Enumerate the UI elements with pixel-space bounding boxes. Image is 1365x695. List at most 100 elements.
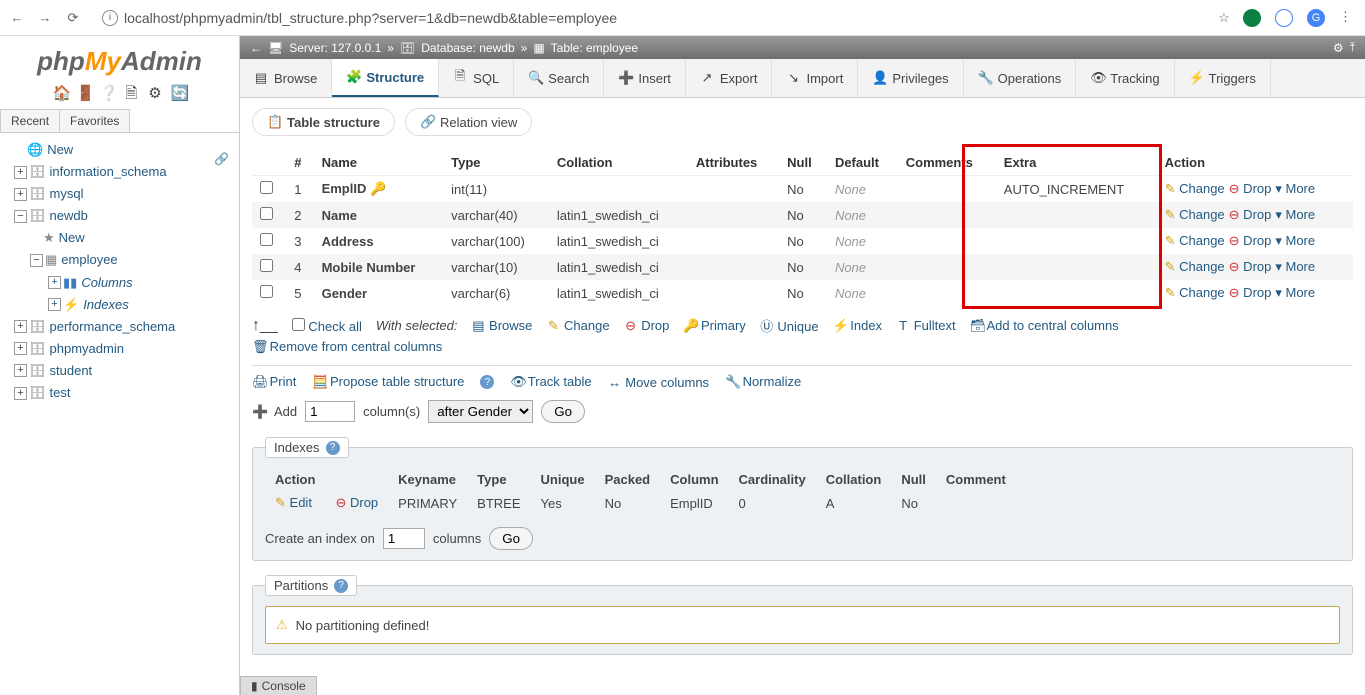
sel-fulltext[interactable]: T Fulltext [896,318,956,333]
tree-new-db[interactable]: New [47,139,73,161]
tree-db[interactable]: phpmyadmin [50,338,124,360]
row-drop[interactable]: ⊖ Drop [1229,259,1272,275]
sel-change[interactable]: ✎ Change [546,318,609,334]
check-all[interactable]: Check all [292,318,362,334]
tool-move[interactable]: ↔ Move columns [608,375,709,390]
row-change[interactable]: ✎ Change [1165,233,1225,249]
kebab-menu-icon[interactable]: ⋮ [1339,9,1357,27]
row-change[interactable]: ✎ Change [1165,181,1225,197]
index-drop[interactable]: ⊖ Drop [335,495,378,510]
tab-import[interactable]: ↘Import [772,59,858,97]
sel-index[interactable]: ⚡ Index [833,318,882,334]
page-settings-icon[interactable]: ⚙ [1333,41,1344,55]
create-index-count[interactable] [383,528,425,549]
reload-button[interactable]: ⟳ [64,9,82,27]
expand-icon[interactable]: + [14,364,27,377]
site-info-icon[interactable]: i [102,10,118,26]
help-icon[interactable]: ? [334,579,348,593]
expand-icon[interactable]: + [14,320,27,333]
index-edit[interactable]: ✎ Edit [275,495,312,510]
tree-db[interactable]: mysql [50,183,84,205]
row-drop[interactable]: ⊖ Drop [1229,233,1272,249]
sel-unique[interactable]: Ⓤ Unique [760,316,819,335]
add-position-select[interactable]: after Gender [428,400,533,423]
tool-track[interactable]: 👁 Track table [510,374,591,390]
settings-icon[interactable]: ⚙ [147,84,163,100]
collapse-top-icon[interactable]: ⤒ [1350,40,1355,55]
tree-db[interactable]: performance_schema [50,316,176,338]
sel-browse[interactable]: ▤ Browse [471,318,532,334]
row-more[interactable]: ▾ More [1275,285,1315,301]
back-button[interactable]: ← [8,9,26,27]
help-icon[interactable]: ? [480,375,494,389]
ext-icon-2[interactable] [1275,9,1293,27]
crumb-table[interactable]: Table: employee [551,41,638,55]
row-more[interactable]: ▾ More [1275,233,1315,249]
tab-insert[interactable]: ➕Insert [604,59,686,97]
tree-indexes[interactable]: Indexes [83,294,129,316]
tree-db[interactable]: test [50,382,71,404]
row-drop[interactable]: ⊖ Drop [1229,181,1272,197]
phpmyadmin-logo[interactable]: phpMyAdmin [0,36,239,79]
row-more[interactable]: ▾ More [1275,259,1315,275]
check-all-checkbox[interactable] [292,318,305,331]
row-drop[interactable]: ⊖ Drop [1229,285,1272,301]
row-checkbox[interactable] [260,285,273,298]
tab-recent[interactable]: Recent [0,109,60,132]
subtab-relation-view[interactable]: 🔗Relation view [405,108,532,136]
row-checkbox[interactable] [260,233,273,246]
tool-print[interactable]: 🖨 Print [252,374,296,390]
tree-db[interactable]: information_schema [50,161,167,183]
tab-triggers[interactable]: ⚡Triggers [1175,59,1271,97]
tree-db-newdb[interactable]: newdb [50,205,88,227]
crumb-db[interactable]: Database: newdb [421,41,514,55]
address-bar[interactable]: i localhost/phpmyadmin/tbl_structure.php… [92,6,1205,30]
star-icon[interactable]: ☆ [1215,9,1233,27]
expand-icon[interactable]: + [14,188,27,201]
profile-avatar[interactable]: G [1307,9,1325,27]
crumb-server[interactable]: Server: 127.0.0.1 [289,41,381,55]
expand-icon[interactable]: + [48,276,61,289]
ext-icon-1[interactable] [1243,9,1261,27]
row-checkbox[interactable] [260,259,273,272]
sql-icon[interactable]: 🗎 [123,83,139,99]
add-column-count[interactable] [305,401,355,422]
add-go-button[interactable]: Go [541,400,585,423]
tool-propose[interactable]: 🧮 Propose table structure [312,374,464,390]
row-change[interactable]: ✎ Change [1165,259,1225,275]
row-change[interactable]: ✎ Change [1165,207,1225,223]
tab-export[interactable]: ↗Export [686,59,773,97]
subtab-table-structure[interactable]: 📋Table structure [252,108,395,136]
logout-icon[interactable]: 🚪 [76,84,92,100]
row-more[interactable]: ▾ More [1275,181,1315,197]
link-icon[interactable]: 🔗 [214,152,229,166]
tab-browse[interactable]: ▤Browse [240,59,332,97]
tree-table-employee[interactable]: employee [61,249,117,271]
tab-sql[interactable]: 🗎SQL [439,59,514,97]
expand-icon[interactable]: + [14,342,27,355]
sel-add-central[interactable]: 🗃 Add to central columns [970,318,1119,334]
reload-nav-icon[interactable]: 🔄 [171,84,187,100]
row-change[interactable]: ✎ Change [1165,285,1225,301]
collapse-icon[interactable]: − [30,254,43,267]
row-more[interactable]: ▾ More [1275,207,1315,223]
tree-columns[interactable]: Columns [81,272,132,294]
row-checkbox[interactable] [260,181,273,194]
sel-primary[interactable]: 🔑 Primary [683,318,745,334]
expand-icon[interactable]: + [14,166,27,179]
tab-tracking[interactable]: 👁Tracking [1076,59,1174,97]
help-icon[interactable]: ? [326,441,340,455]
tab-structure[interactable]: 🧩Structure [332,59,439,97]
tab-search[interactable]: 🔍Search [514,59,604,97]
tab-privileges[interactable]: 👤Privileges [858,59,963,97]
console-toggle[interactable]: ▮Console [240,676,317,695]
row-drop[interactable]: ⊖ Drop [1229,207,1272,223]
collapse-icon[interactable]: − [14,210,27,223]
expand-icon[interactable]: + [48,298,61,311]
home-icon[interactable]: 🏠 [52,84,68,100]
sel-remove-central[interactable]: 🗑 Remove from central columns [252,339,442,354]
sel-drop[interactable]: ⊖ Drop [624,318,670,334]
tab-favorites[interactable]: Favorites [59,109,130,132]
expand-icon[interactable]: + [14,387,27,400]
tree-new-table[interactable]: New [59,227,85,249]
